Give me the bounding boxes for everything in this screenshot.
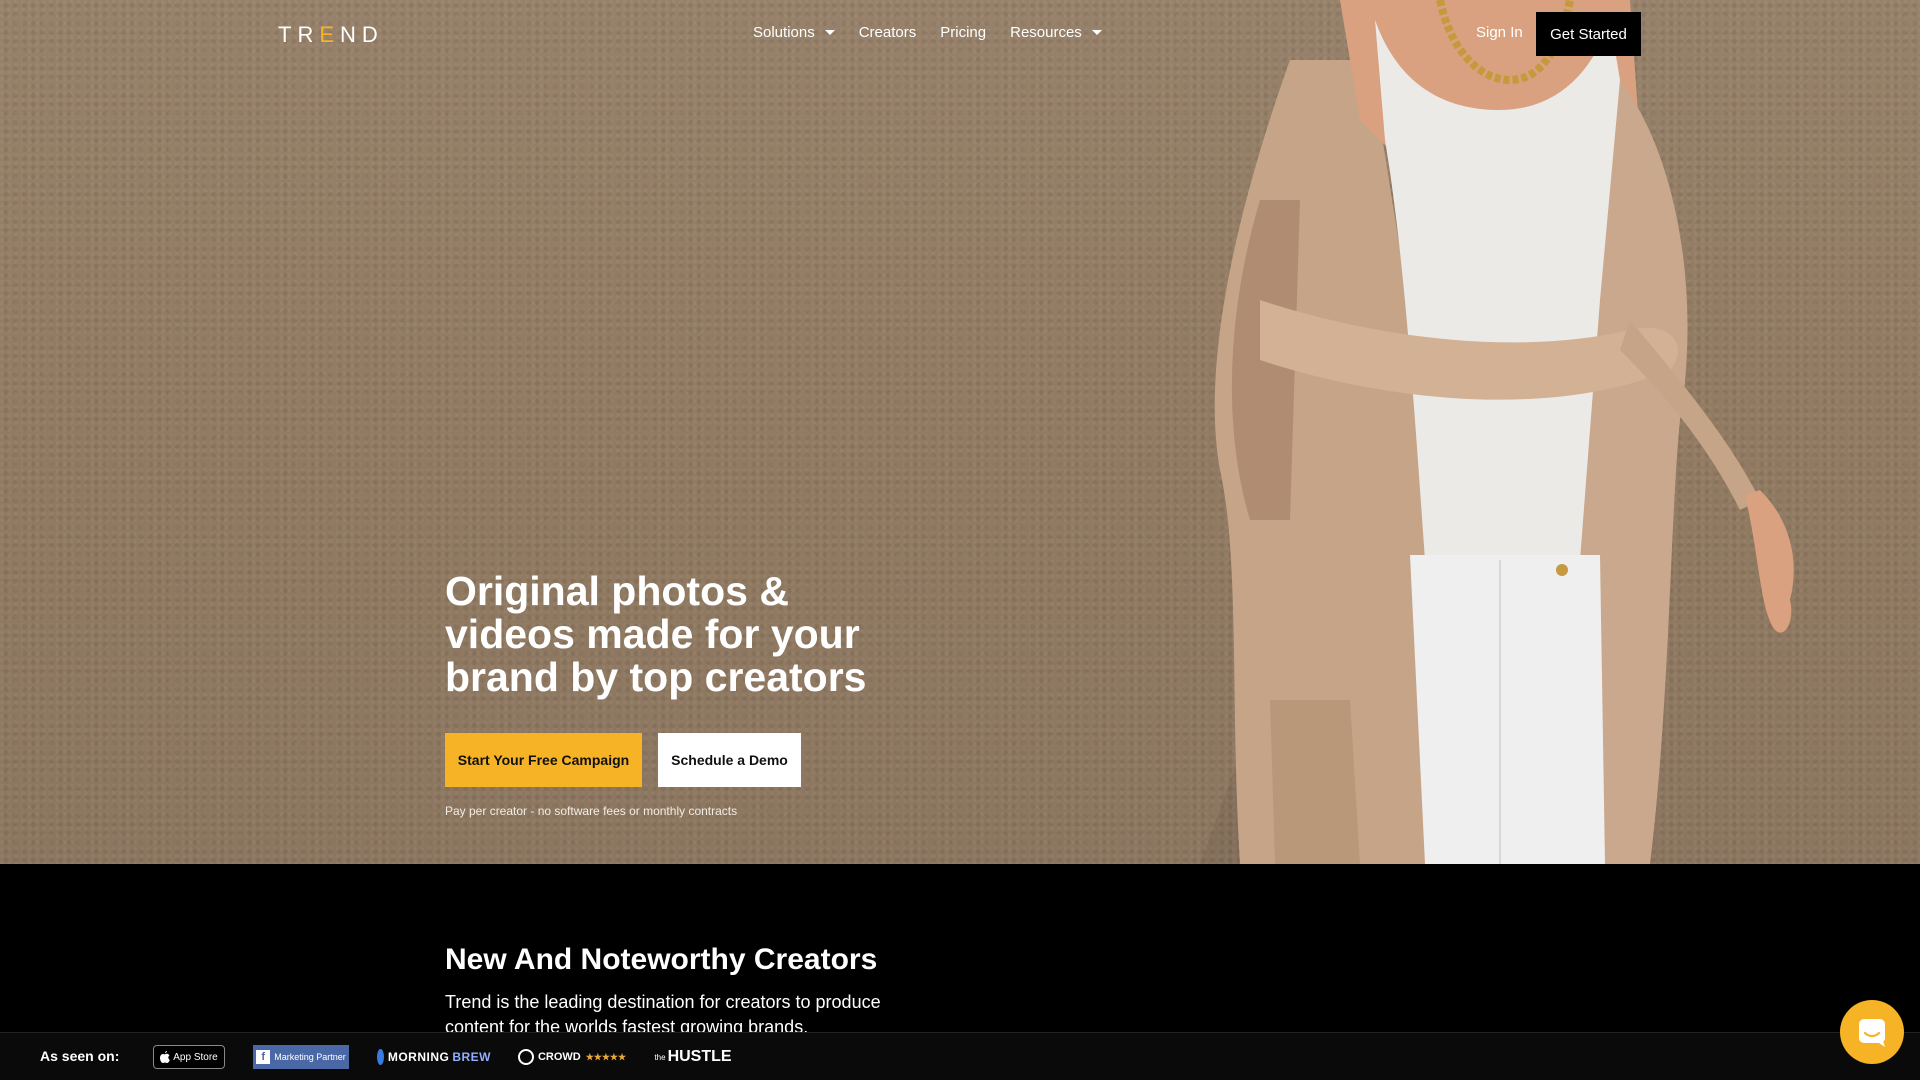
hero-model-image	[1200, 0, 1794, 864]
creators-section-title: New And Noteworthy Creators	[445, 943, 878, 976]
schedule-demo-button[interactable]: Schedule a Demo	[658, 733, 801, 787]
main-nav: Solutions Creators Pricing Resources	[753, 24, 1126, 41]
rating-stars: ★★★★★	[585, 1051, 627, 1062]
pricing-note: Pay per creator - no software fees or mo…	[445, 804, 738, 818]
chat-launcher-button[interactable]	[1840, 1000, 1904, 1064]
nav-creators[interactable]: Creators	[859, 24, 917, 41]
g2-icon	[517, 1049, 534, 1065]
nav-solutions[interactable]: Solutions	[753, 24, 835, 41]
nav-solutions-label: Solutions	[753, 24, 815, 41]
as-seen-on-bar: As seen on: App Store f Marketing Partne…	[0, 1032, 1920, 1080]
nav-pricing[interactable]: Pricing	[940, 24, 986, 41]
start-free-campaign-button[interactable]: Start Your Free Campaign	[445, 733, 642, 787]
nav-pricing-label: Pricing	[940, 24, 987, 41]
g2-crowd-badge: CROWD ★★★★★	[516, 1045, 628, 1069]
morning-brew-icon	[377, 1049, 384, 1065]
trend-logo[interactable]: TREND	[278, 22, 384, 48]
sign-in-link[interactable]: Sign In	[1476, 24, 1523, 41]
the-hustle-logo: the HUSTLE	[654, 1048, 732, 1065]
as-seen-on-label: As seen on:	[40, 1048, 120, 1064]
app-store-badge: App Store	[153, 1045, 225, 1069]
facebook-icon: f	[256, 1050, 271, 1064]
nav-creators-label: Creators	[858, 24, 917, 41]
hero-title: Original photos & videos made for your b…	[445, 568, 867, 700]
get-started-button[interactable]: Get Started	[1536, 12, 1641, 56]
morning-brew-logo: MORNING BREW	[377, 1045, 491, 1069]
facebook-marketing-partner-badge: f Marketing Partner	[253, 1045, 349, 1069]
chat-bubble-icon	[1859, 1019, 1885, 1047]
caret-down-icon	[824, 30, 835, 35]
caret-down-icon	[1091, 30, 1102, 35]
nav-resources-label: Resources	[1010, 24, 1082, 41]
hero-section: TREND Solutions Creators Pricing Resourc…	[0, 0, 1920, 864]
apple-icon	[160, 1051, 171, 1063]
nav-resources[interactable]: Resources	[1010, 24, 1102, 41]
